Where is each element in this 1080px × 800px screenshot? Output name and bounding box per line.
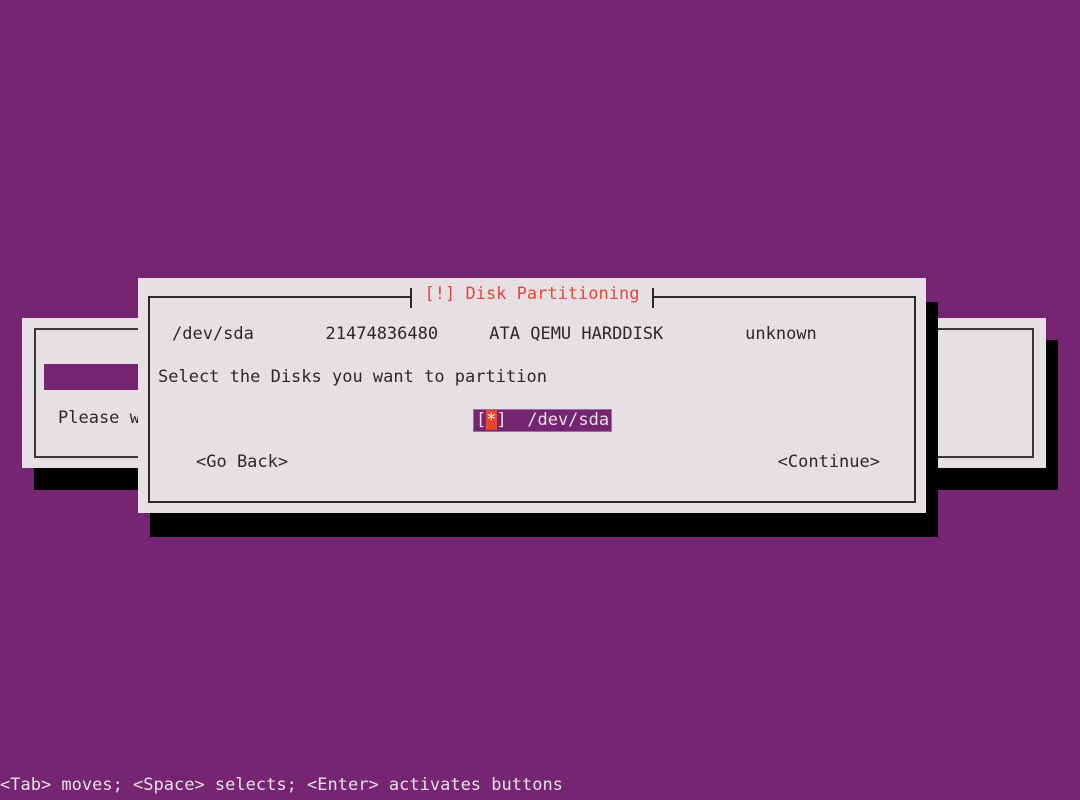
disk-checkbox-label: /dev/sda [527, 410, 610, 430]
checkbox-spacer [507, 410, 527, 430]
checkbox-bracket-close: ] [496, 410, 507, 430]
disk-partitioning-dialog: [!] Disk Partitioning /dev/sda 214748364… [138, 278, 926, 513]
page-title: [!] Disk Partitioning [412, 286, 652, 303]
status-bar: <Tab> moves; <Space> selects; <Enter> ac… [0, 766, 1080, 800]
go-back-button[interactable]: <Go Back> [196, 454, 288, 471]
title-tick-right [652, 288, 654, 308]
checkbox-mark-icon[interactable]: * [486, 410, 497, 430]
disk-info-row: /dev/sda 21474836480 ATA QEMU HARDDISK u… [172, 324, 817, 344]
dialog-title-bar: [!] Disk Partitioning [148, 286, 916, 308]
title-rule-left [148, 296, 410, 298]
please-wait-text: Please wa [58, 408, 151, 428]
continue-button[interactable]: <Continue> [778, 454, 880, 471]
prompt-text: Select the Disks you want to partition [158, 367, 547, 387]
checkbox-bracket-open: [ [476, 410, 487, 430]
title-rule-right [654, 296, 916, 298]
disk-checkbox-item-sda[interactable]: [*] /dev/sda [472, 409, 613, 432]
status-bar-hint-text: <Tab> moves; <Space> selects; <Enter> ac… [0, 775, 563, 795]
